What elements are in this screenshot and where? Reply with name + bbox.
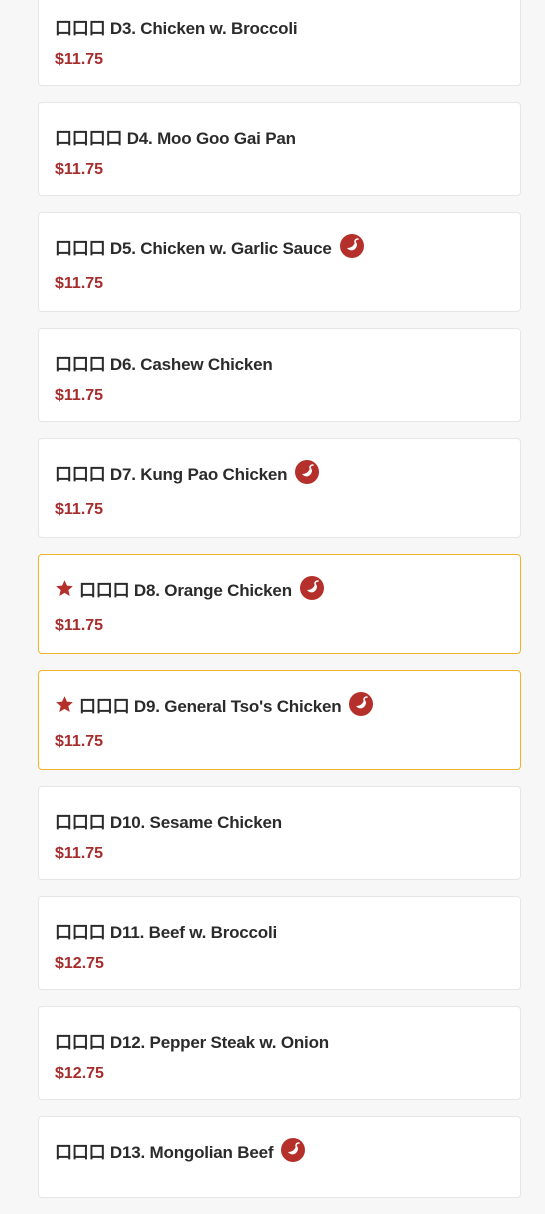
menu-item-header: 口口口口 D4. Moo Goo Gai Pan — [55, 127, 504, 148]
menu-item-name: 口口口 D8. Orange Chicken — [79, 580, 292, 600]
menu-item-price: $11.75 — [55, 161, 104, 178]
spicy-icon — [349, 692, 374, 716]
menu-item-price: $11.75 — [55, 387, 104, 404]
menu-item-header: 口口口 D11. Beef w. Broccoli — [55, 921, 504, 942]
menu-item-name: 口口口 D11. Beef w. Broccoli — [55, 922, 278, 942]
menu-item-card[interactable]: 口口口 D9. General Tso's Chicken $11.75 — [38, 670, 521, 770]
menu-item-name: 口口口 D5. Chicken w. Garlic Sauce — [55, 238, 332, 258]
menu-item-header: 口口口 D10. Sesame Chicken — [55, 811, 504, 832]
menu-item-name: 口口口 D10. Sesame Chicken — [55, 812, 282, 832]
menu-item-card[interactable]: 口口口 D7. Kung Pao Chicken $11.75 — [38, 438, 521, 538]
menu-item-name: 口口口 D3. Chicken w. Broccoli — [55, 18, 298, 38]
menu-item-name: 口口口 D9. General Tso's Chicken — [79, 696, 342, 716]
menu-item-price: $11.75 — [55, 51, 104, 68]
menu-item-header: 口口口 D6. Cashew Chicken — [55, 353, 504, 374]
menu-item-name: 口口口 D6. Cashew Chicken — [55, 354, 273, 374]
menu-item-card[interactable]: 口口口 D5. Chicken w. Garlic Sauce $11.75 — [38, 212, 521, 312]
spicy-icon — [339, 234, 364, 258]
menu-item-header: 口口口 D8. Orange Chicken — [55, 576, 504, 600]
star-icon — [56, 579, 73, 596]
menu-item-card[interactable]: 口口口 D8. Orange Chicken $11.75 — [38, 554, 521, 654]
menu-item-card[interactable]: 口口口 D13. Mongolian Beef — [38, 1116, 521, 1198]
menu-item-price: $11.75 — [55, 733, 104, 750]
menu-item-price: $11.75 — [55, 617, 104, 634]
menu-item-card[interactable]: 口口口 D3. Chicken w. Broccoli $11.75 — [38, 0, 521, 86]
menu-item-header: 口口口 D5. Chicken w. Garlic Sauce — [55, 234, 504, 258]
menu-item-price: $11.75 — [55, 275, 104, 292]
menu-item-price: $11.75 — [55, 501, 104, 518]
spicy-icon — [295, 460, 320, 484]
menu-item-card[interactable]: 口口口 D12. Pepper Steak w. Onion $12.75 — [38, 1006, 521, 1100]
menu-item-name: 口口口口 D4. Moo Goo Gai Pan — [55, 128, 296, 148]
menu-item-header: 口口口 D13. Mongolian Beef — [55, 1138, 504, 1162]
menu-item-name: 口口口 D13. Mongolian Beef — [55, 1142, 274, 1162]
menu-item-header: 口口口 D7. Kung Pao Chicken — [55, 460, 504, 484]
menu-item-header: 口口口 D9. General Tso's Chicken — [55, 692, 504, 716]
spicy-icon — [299, 576, 324, 600]
menu-item-list: 口口口 D3. Chicken w. Broccoli $11.75 口口口口 … — [38, 0, 521, 1214]
menu-item-card[interactable]: 口口口口 D4. Moo Goo Gai Pan $11.75 — [38, 102, 521, 196]
menu-item-header: 口口口 D3. Chicken w. Broccoli — [55, 17, 504, 38]
menu-item-header: 口口口 D12. Pepper Steak w. Onion — [55, 1031, 504, 1052]
menu-item-price: $12.75 — [55, 1065, 104, 1082]
menu-item-name: 口口口 D12. Pepper Steak w. Onion — [55, 1032, 329, 1052]
menu-item-name: 口口口 D7. Kung Pao Chicken — [55, 464, 288, 484]
menu-item-card[interactable]: 口口口 D6. Cashew Chicken $11.75 — [38, 328, 521, 422]
menu-item-card[interactable]: 口口口 D10. Sesame Chicken $11.75 — [38, 786, 521, 880]
menu-item-card[interactable]: 口口口 D11. Beef w. Broccoli $12.75 — [38, 896, 521, 990]
menu-item-price: $12.75 — [55, 955, 104, 972]
menu-item-price: $11.75 — [55, 845, 104, 862]
spicy-icon — [281, 1138, 306, 1162]
star-icon — [56, 695, 73, 712]
